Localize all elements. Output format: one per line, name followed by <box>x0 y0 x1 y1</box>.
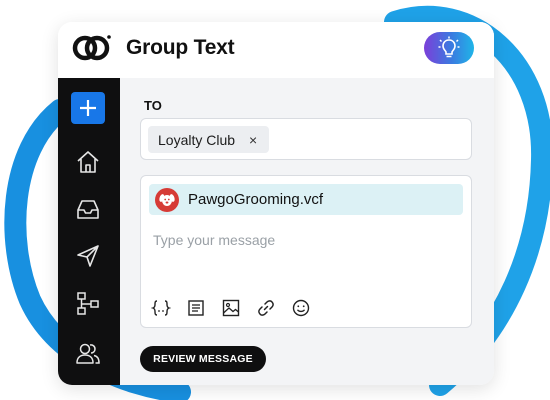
variables-icon[interactable] <box>151 298 171 318</box>
logo-icon <box>72 35 111 61</box>
window-header: Group Text <box>58 22 494 78</box>
template-icon[interactable] <box>186 298 206 318</box>
recipients-field[interactable]: Loyalty Club × <box>140 118 472 160</box>
send-icon[interactable] <box>75 243 101 269</box>
group-text-window: Group Text TO Loyalty Club × PawgoGroomi… <box>58 22 494 385</box>
home-icon[interactable] <box>75 149 101 175</box>
attachment-name: PawgoGrooming.vcf <box>188 191 324 208</box>
image-icon[interactable] <box>221 298 241 318</box>
attachment[interactable]: PawgoGrooming.vcf <box>149 184 463 215</box>
compose-panel: TO Loyalty Club × PawgoGrooming.vcf Type… <box>120 78 494 385</box>
dog-avatar-icon <box>155 187 179 212</box>
sidebar <box>58 78 120 385</box>
emoji-icon[interactable] <box>291 298 311 318</box>
to-label: TO <box>144 98 162 113</box>
link-icon[interactable] <box>256 298 276 318</box>
message-box: PawgoGrooming.vcf Type your message <box>140 175 472 328</box>
remove-recipient-icon[interactable]: × <box>249 133 257 147</box>
inbox-icon[interactable] <box>75 196 101 222</box>
workflow-icon[interactable] <box>75 290 101 316</box>
plus-icon <box>80 100 96 116</box>
lightbulb-icon <box>438 36 460 58</box>
page-title: Group Text <box>126 36 235 59</box>
new-message-button[interactable] <box>71 92 105 124</box>
idea-button[interactable] <box>424 32 474 64</box>
contacts-icon[interactable] <box>75 340 101 366</box>
review-message-button[interactable]: REVIEW MESSAGE <box>140 346 266 372</box>
message-input[interactable]: Type your message <box>153 232 275 248</box>
recipient-chip-label: Loyalty Club <box>158 131 236 148</box>
message-toolbar <box>151 298 311 320</box>
recipient-chip: Loyalty Club × <box>148 126 270 153</box>
